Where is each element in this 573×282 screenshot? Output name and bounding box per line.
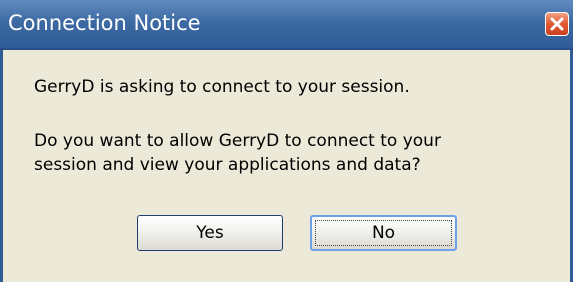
yes-button[interactable]: Yes — [137, 215, 283, 251]
close-icon — [550, 17, 564, 31]
dialog-body: GerryD is asking to connect to your sess… — [0, 50, 573, 282]
message-line-2: Do you want to allow GerryD to connect t… — [34, 131, 441, 151]
message-line-1: GerryD is asking to connect to your sess… — [34, 77, 410, 97]
close-button[interactable] — [545, 12, 569, 36]
no-button[interactable]: No — [310, 215, 457, 251]
title-bar[interactable]: Connection Notice — [0, 0, 573, 50]
no-button-label: No — [371, 223, 396, 243]
message-line-3: session and view your applications and d… — [34, 155, 421, 175]
yes-button-label: Yes — [196, 223, 224, 243]
connection-notice-dialog: Connection Notice GerryD is asking to co… — [0, 0, 573, 282]
dialog-title: Connection Notice — [8, 11, 201, 35]
